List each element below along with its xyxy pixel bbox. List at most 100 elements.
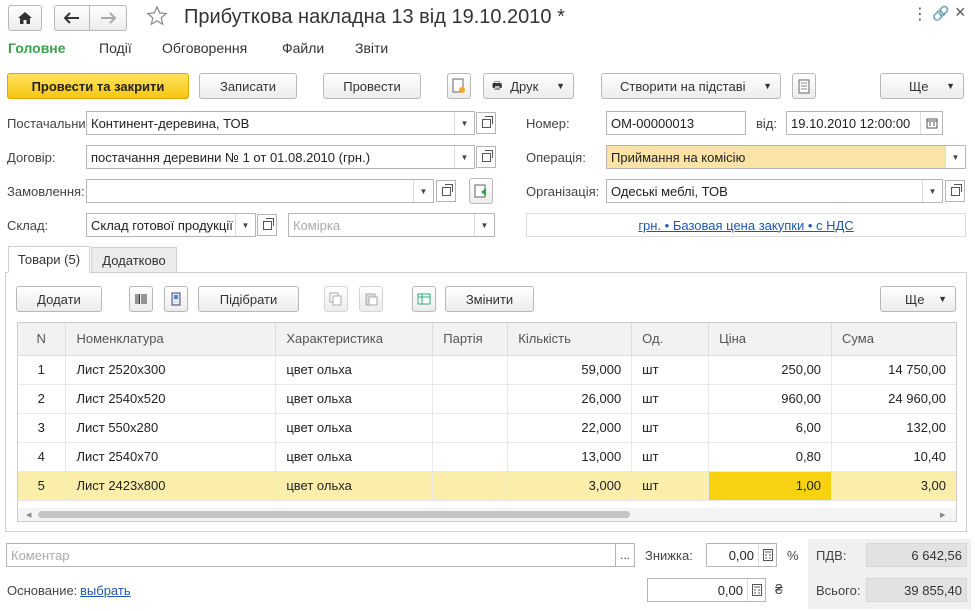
- cell-sum[interactable]: 10,40: [831, 442, 957, 472]
- table-row-selected[interactable]: 5 Лист 2423x800 цвет ольха 3,000 шт 1,00…: [17, 471, 957, 501]
- col-batch[interactable]: Партія: [432, 322, 509, 356]
- print-dropdown[interactable]: 🖶 Друк ▼: [483, 73, 574, 99]
- comment-expand-button[interactable]: ...: [615, 543, 635, 567]
- copy-button[interactable]: [324, 286, 348, 312]
- number-field[interactable]: ОМ-00000013: [606, 111, 746, 135]
- chevron-down-icon[interactable]: ▼: [922, 180, 942, 202]
- chevron-down-icon[interactable]: ▼: [454, 146, 474, 168]
- date-field[interactable]: 19.10.2010 12:00:00: [786, 111, 943, 135]
- contract-field[interactable]: постачання деревини № 1 от 01.08.2010 (г…: [86, 145, 475, 169]
- cell-quantity[interactable]: 59,000: [507, 355, 633, 385]
- scrollbar-thumb[interactable]: [38, 511, 630, 518]
- cell-n[interactable]: 3: [17, 413, 67, 443]
- cell-batch[interactable]: [432, 413, 509, 443]
- cell-n[interactable]: 5: [17, 471, 67, 501]
- home-button[interactable]: [8, 5, 42, 31]
- calculator-icon[interactable]: [758, 544, 776, 566]
- cell-field[interactable]: Комірка ▼: [288, 213, 495, 237]
- table-more-dropdown[interactable]: Ще ▼: [880, 286, 956, 312]
- scroll-left-icon[interactable]: ◀: [26, 511, 31, 519]
- cell-price[interactable]: 6,00: [708, 413, 833, 443]
- cell-unit[interactable]: шт: [631, 413, 710, 443]
- contract-open-button[interactable]: [476, 146, 496, 168]
- order-field[interactable]: ▼: [86, 179, 434, 203]
- cell-batch[interactable]: [432, 384, 509, 414]
- cell-sum[interactable]: 24 960,00: [831, 384, 957, 414]
- more-dropdown[interactable]: Ще ▼: [880, 73, 964, 99]
- chevron-down-icon[interactable]: ▼: [945, 146, 965, 168]
- cell-characteristic[interactable]: цвет ольха: [275, 384, 434, 414]
- chevron-down-icon[interactable]: ▼: [235, 214, 255, 236]
- col-price[interactable]: Ціна: [708, 322, 833, 356]
- calendar-icon[interactable]: [920, 112, 942, 134]
- col-quantity[interactable]: Кількість: [507, 322, 633, 356]
- org-field[interactable]: Одеські меблі, ТОВ ▼: [606, 179, 943, 203]
- chevron-down-icon[interactable]: ▼: [474, 214, 494, 236]
- discount-field[interactable]: 0,00: [706, 543, 777, 567]
- cell-n[interactable]: 1: [17, 355, 67, 385]
- col-sum[interactable]: Сума: [831, 322, 957, 356]
- change-button[interactable]: Змінити: [445, 286, 534, 312]
- order-open-button[interactable]: [436, 180, 456, 202]
- comment-field[interactable]: Коментар: [6, 543, 616, 567]
- cell-n[interactable]: 4: [17, 442, 67, 472]
- col-unit[interactable]: Од.: [631, 322, 710, 356]
- cell-n[interactable]: 2: [17, 384, 67, 414]
- menu-reports[interactable]: Звіти: [355, 40, 388, 56]
- table-row[interactable]: 3 Лист 550x280 цвет ольха 22,000 шт 6,00…: [17, 413, 957, 443]
- tab-additional[interactable]: Додатково: [91, 247, 177, 273]
- favorite-star-icon[interactable]: [146, 5, 168, 30]
- cell-unit[interactable]: шт: [631, 384, 710, 414]
- calculator-icon[interactable]: [747, 579, 765, 601]
- paste-button[interactable]: [359, 286, 383, 312]
- cell-sum[interactable]: 132,00: [831, 413, 957, 443]
- table-row[interactable]: 2 Лист 2540x520 цвет ольха 26,000 шт 960…: [17, 384, 957, 414]
- cell-batch[interactable]: [432, 355, 509, 385]
- cell-item[interactable]: Лист 2520x300: [65, 355, 277, 385]
- supplier-open-button[interactable]: [476, 112, 496, 134]
- post-close-button[interactable]: Провести та закрити: [7, 73, 189, 99]
- col-characteristic[interactable]: Характеристика: [275, 322, 434, 356]
- back-button[interactable]: [54, 5, 90, 31]
- document-movement-button[interactable]: [447, 73, 471, 99]
- cell-price[interactable]: 960,00: [708, 384, 833, 414]
- cell-characteristic[interactable]: цвет ольха: [275, 355, 434, 385]
- cell-quantity[interactable]: 3,000: [507, 471, 633, 501]
- cell-quantity[interactable]: 22,000: [507, 413, 633, 443]
- warehouse-open-button[interactable]: [257, 214, 277, 236]
- warehouse-field[interactable]: Склад готової продукції ▼: [86, 213, 256, 237]
- chevron-down-icon[interactable]: ▼: [413, 180, 433, 202]
- check-button[interactable]: [412, 286, 436, 312]
- cell-batch[interactable]: [432, 471, 509, 501]
- cell-unit[interactable]: шт: [631, 471, 710, 501]
- cell-batch[interactable]: [432, 442, 509, 472]
- price-settings-link[interactable]: грн. • Базовая цена закупки • с НДС: [638, 218, 853, 233]
- col-item[interactable]: Номенклатура: [65, 322, 277, 356]
- table-row[interactable]: 1 Лист 2520x300 цвет ольха 59,000 шт 250…: [17, 355, 957, 385]
- cell-unit[interactable]: шт: [631, 442, 710, 472]
- supplier-field[interactable]: Континент-деревина, ТОВ ▼: [86, 111, 475, 135]
- cell-characteristic[interactable]: цвет ольха: [275, 442, 434, 472]
- col-n[interactable]: N: [17, 322, 67, 356]
- cell-price-current[interactable]: 1,00: [708, 471, 833, 501]
- menu-main[interactable]: Головне: [8, 40, 66, 56]
- pick-button[interactable]: Підібрати: [198, 286, 299, 312]
- fill-by-order-button[interactable]: [469, 178, 493, 204]
- cell-characteristic[interactable]: цвет ольха: [275, 413, 434, 443]
- cell-sum[interactable]: 14 750,00: [831, 355, 957, 385]
- scroll-right-icon[interactable]: ▶: [940, 511, 945, 519]
- cell-quantity[interactable]: 26,000: [507, 384, 633, 414]
- post-button[interactable]: Провести: [323, 73, 421, 99]
- save-button[interactable]: Записати: [199, 73, 297, 99]
- table-row[interactable]: 4 Лист 2540x70 цвет ольха 13,000 шт 0,80…: [17, 442, 957, 472]
- forward-button[interactable]: [89, 5, 127, 31]
- cell-quantity[interactable]: 13,000: [507, 442, 633, 472]
- horizontal-scrollbar[interactable]: ◀ ▶: [18, 508, 956, 521]
- cell-price[interactable]: 250,00: [708, 355, 833, 385]
- cell-item[interactable]: Лист 550x280: [65, 413, 277, 443]
- amount-field[interactable]: 0,00: [647, 578, 766, 602]
- structure-button[interactable]: [792, 73, 816, 99]
- operation-field[interactable]: Приймання на комісію ▼: [606, 145, 966, 169]
- link-icon[interactable]: 🔗: [932, 5, 949, 22]
- create-based-dropdown[interactable]: Створити на підставі ▼: [601, 73, 781, 99]
